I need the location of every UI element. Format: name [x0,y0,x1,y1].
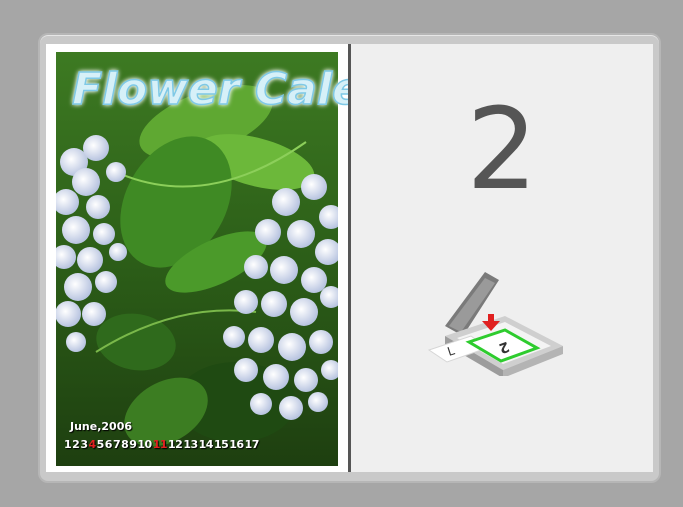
calendar-day: 15 [213,438,229,451]
preview-page-right[interactable]: 2 L 2 [351,44,653,472]
preview-page-left[interactable]: Flower Calend June,2006 1234567891011121… [46,44,348,472]
calendar-day: 10 [137,438,152,451]
calendar-day: 3 [80,438,88,451]
calendar-day: 5 [96,438,105,451]
calendar-day: 2 [72,438,80,451]
calendar-day: 7 [112,438,121,451]
calendar-day: 8 [121,438,129,451]
calendar-days: 1234567891011121314151617 [64,438,260,451]
calendar-month: June,2006 [70,420,133,433]
calendar-day: 4 [88,438,96,451]
calendar-day: 1 [64,438,72,451]
calendar-day: 14 [198,438,214,451]
calendar-day: 12 [168,438,183,451]
calendar-day: 6 [104,438,113,451]
calendar-day: 9 [129,438,137,451]
calendar-day: 16 [229,438,244,451]
calendar-day: 11 [152,438,168,451]
down-arrow-icon [482,314,500,331]
page-number: 2 [466,85,538,215]
calendar-day: 13 [183,438,198,451]
calendar-day: 17 [244,438,260,451]
calendar-title: Flower Calend [71,63,348,116]
